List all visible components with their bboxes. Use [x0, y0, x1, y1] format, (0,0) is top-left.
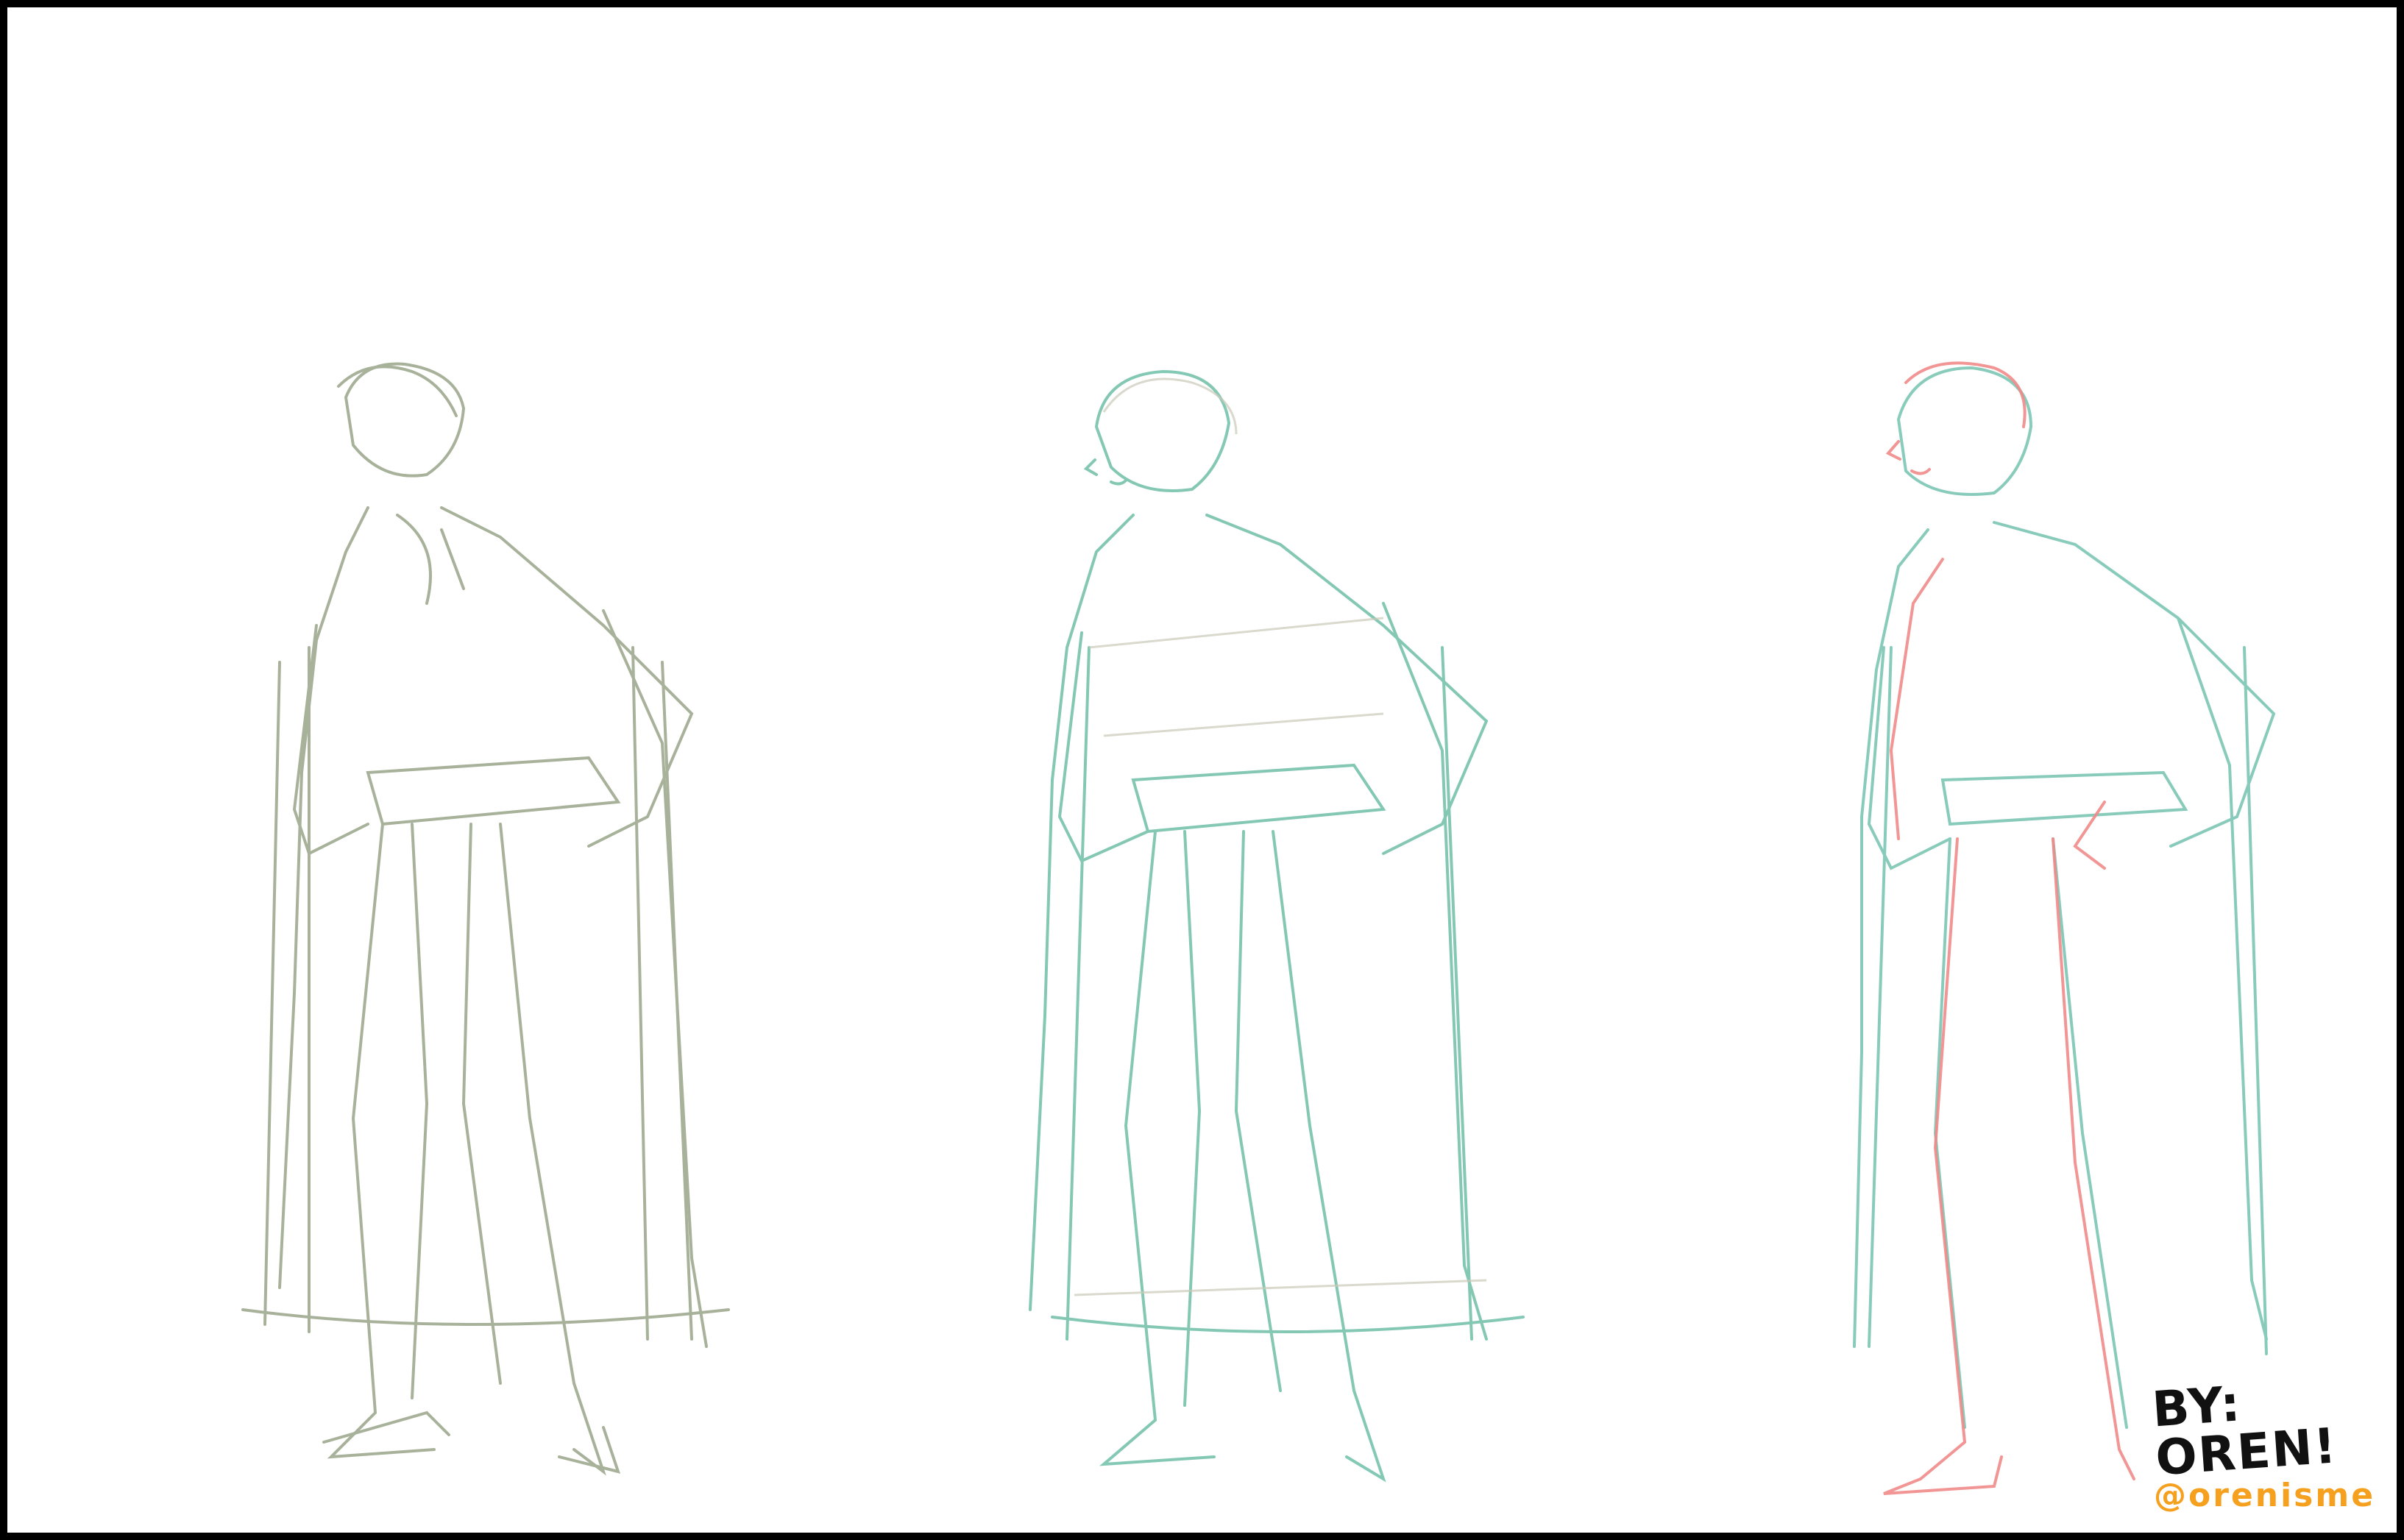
figure-rough-sketch	[241, 362, 730, 1476]
signature-name: BY: OREN!	[2150, 1374, 2340, 1486]
figure-lineart-red	[1883, 361, 2135, 1495]
sketch-canvas	[241, 361, 2276, 1495]
figure-lineart	[1853, 366, 2276, 1429]
figure-refined-sketch	[1029, 369, 1525, 1483]
artist-signature: BY: OREN! @orenisme	[2150, 1375, 2375, 1514]
